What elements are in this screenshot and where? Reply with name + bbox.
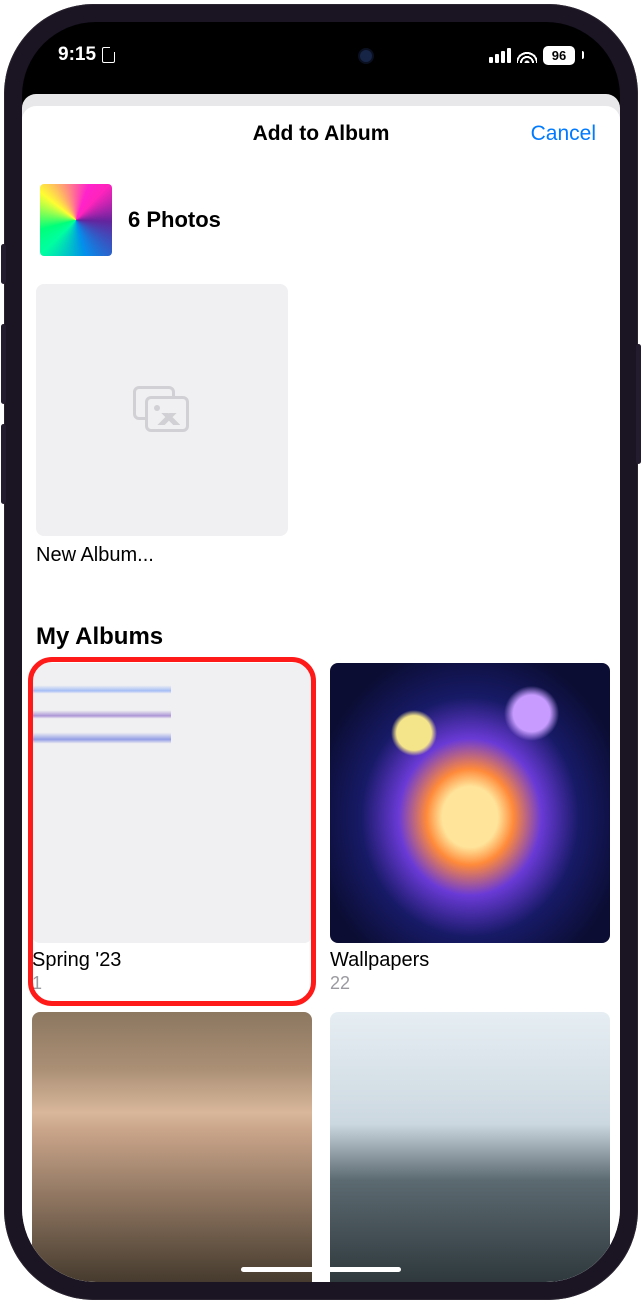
selection-count: 6 Photos — [128, 207, 221, 233]
new-album-button[interactable]: New Album... — [30, 284, 310, 567]
album-item[interactable] — [32, 1012, 312, 1282]
album-spring-23[interactable]: Spring '23 1 — [32, 663, 312, 994]
album-cover — [330, 663, 610, 943]
album-count: 1 — [32, 973, 312, 994]
album-thumbnail-empty — [174, 663, 313, 802]
sim-icon — [102, 47, 115, 63]
album-count: 22 — [330, 973, 610, 994]
side-button — [1, 424, 6, 504]
status-time: 9:15 — [58, 44, 96, 66]
phone-screen: 9:15 96 Add to Album Cancel 6 Photos — [22, 22, 620, 1282]
album-wallpapers[interactable]: Wallpapers 22 — [330, 663, 610, 994]
albums-grid: Spring '23 1 Wallpapers 22 — [30, 663, 612, 1282]
dynamic-island — [248, 42, 394, 80]
album-cover — [32, 1012, 312, 1282]
battery-tip — [582, 51, 584, 59]
album-thumbnail-empty — [174, 805, 313, 944]
new-album-label: New Album... — [36, 544, 304, 567]
side-button — [1, 244, 6, 284]
album-name: Wallpapers — [330, 949, 610, 972]
sheet-header: Add to Album Cancel — [30, 106, 612, 162]
album-item[interactable] — [330, 1012, 610, 1282]
battery-level: 96 — [552, 48, 566, 63]
wifi-icon — [517, 48, 537, 63]
phone-frame: 9:15 96 Add to Album Cancel 6 Photos — [4, 4, 638, 1300]
album-cover — [330, 1012, 610, 1282]
album-name: Spring '23 — [32, 949, 312, 972]
album-cover — [32, 663, 312, 943]
my-albums-header: My Albums — [36, 623, 606, 651]
album-stack-icon — [133, 386, 191, 434]
side-button — [1, 324, 6, 404]
side-button — [636, 344, 641, 464]
new-album-placeholder — [36, 284, 288, 536]
cancel-button[interactable]: Cancel — [531, 122, 596, 146]
album-thumbnail — [32, 663, 171, 802]
battery-icon: 96 — [543, 46, 575, 65]
add-to-album-sheet: Add to Album Cancel 6 Photos New Album..… — [22, 106, 620, 1282]
sheet-title: Add to Album — [253, 122, 390, 146]
selection-thumbnail — [40, 184, 112, 256]
cellular-icon — [489, 48, 511, 63]
camera-dot — [360, 50, 372, 62]
home-indicator[interactable] — [241, 1267, 401, 1272]
selection-summary: 6 Photos — [30, 162, 612, 284]
album-thumbnail-empty — [32, 805, 171, 944]
